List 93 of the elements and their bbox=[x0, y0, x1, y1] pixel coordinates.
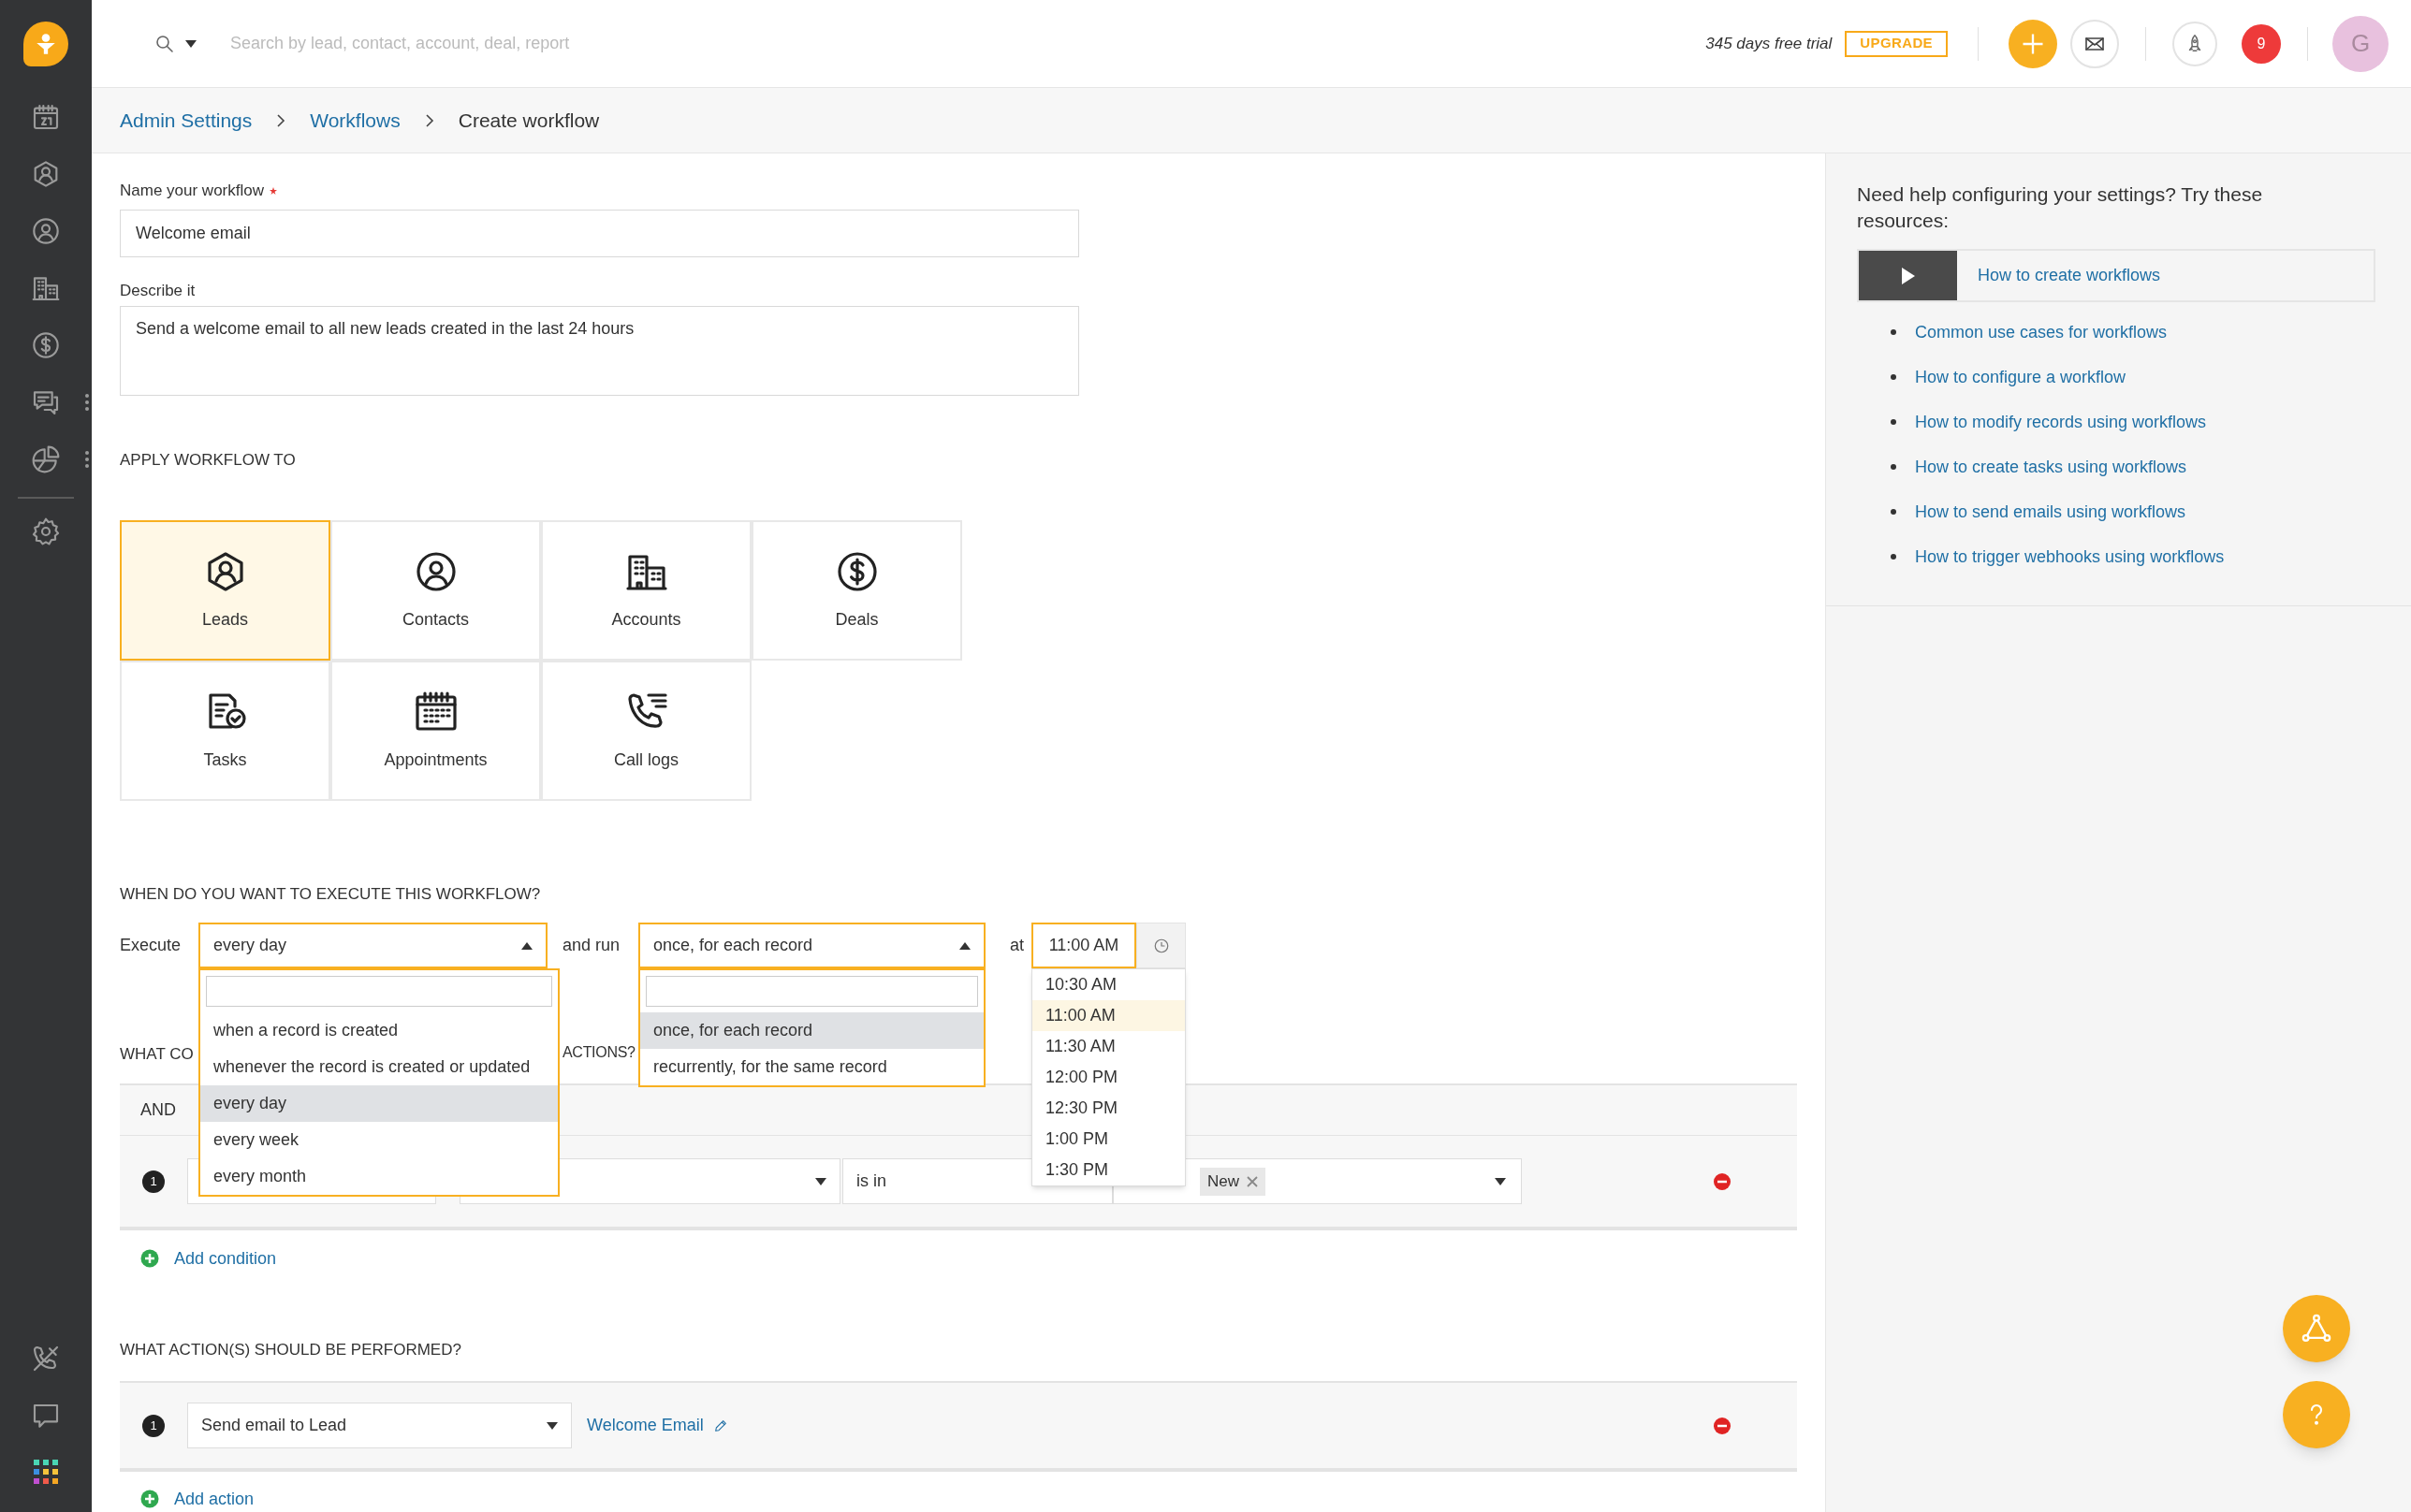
run-select[interactable]: once, for each record bbox=[638, 923, 986, 968]
dropdown-option[interactable]: every week bbox=[200, 1122, 558, 1158]
record-type-tile[interactable]: Deals bbox=[752, 520, 962, 661]
record-type-tile[interactable]: Appointments bbox=[330, 661, 541, 801]
bullet-icon bbox=[1891, 509, 1896, 515]
operator-label: AND bbox=[140, 1099, 176, 1121]
help-link[interactable]: How to trigger webhooks using workflows bbox=[1915, 544, 2225, 570]
section-heading: WHEN DO YOU WANT TO EXECUTE THIS WORKFLOW? bbox=[120, 884, 542, 905]
chevron-right-icon bbox=[276, 112, 286, 128]
value-tag[interactable]: New bbox=[1200, 1167, 1265, 1196]
field-label: Name your workflow bbox=[120, 181, 264, 202]
settings-icon[interactable] bbox=[31, 516, 61, 546]
section-heading: APPLY WORKFLOW TO bbox=[120, 450, 297, 471]
dropdown-option[interactable]: 1:00 PM bbox=[1032, 1124, 1185, 1155]
bullet-icon bbox=[1891, 554, 1896, 560]
caret-icon bbox=[959, 941, 971, 950]
caret-icon bbox=[547, 1421, 558, 1430]
dropdown-option[interactable]: every month bbox=[200, 1158, 558, 1195]
logo-icon[interactable] bbox=[23, 22, 68, 66]
help-link[interactable]: How to create tasks using workflows bbox=[1915, 454, 2187, 480]
dropdown-option[interactable]: 12:00 PM bbox=[1032, 1062, 1185, 1093]
dropdown-option[interactable]: 10:30 AM bbox=[1032, 969, 1185, 1000]
network-icon bbox=[2301, 1313, 2332, 1345]
mail-button[interactable] bbox=[2070, 19, 2119, 68]
bullet-icon bbox=[1891, 374, 1896, 380]
record-type-tile[interactable]: Contacts bbox=[330, 520, 541, 661]
add-action-link[interactable]: Add action bbox=[174, 1486, 255, 1512]
caret-icon bbox=[521, 941, 533, 950]
more-icon[interactable] bbox=[84, 392, 90, 412]
search-field[interactable]: Search by lead, contact, account, deal, report bbox=[230, 31, 979, 56]
record-type-tile[interactable]: Leads bbox=[120, 520, 330, 661]
dropdown-option[interactable]: every day bbox=[200, 1085, 558, 1122]
reports-icon[interactable] bbox=[31, 443, 61, 474]
bullet-icon bbox=[1891, 464, 1896, 470]
dropdown-option[interactable]: 11:30 AM bbox=[1032, 1031, 1185, 1062]
pencil-icon[interactable] bbox=[712, 1418, 728, 1433]
template-link[interactable]: Welcome Email bbox=[587, 1413, 704, 1438]
breadcrumb-current: Create workflow bbox=[458, 108, 600, 133]
add-condition-link[interactable]: Add condition bbox=[174, 1245, 277, 1272]
bullet-icon bbox=[1891, 329, 1896, 335]
help-link[interactable]: Common use cases for workflows bbox=[1915, 319, 2168, 345]
dropdown-option[interactable]: 11:00 AM bbox=[1032, 1000, 1185, 1031]
dropdown-option[interactable]: 12:30 PM bbox=[1032, 1093, 1185, 1124]
dropdown-option[interactable]: recurrently, for the same record bbox=[640, 1049, 984, 1085]
play-icon bbox=[1859, 251, 1957, 300]
apps-grid-icon[interactable] bbox=[34, 1460, 58, 1484]
add-icon[interactable] bbox=[140, 1249, 159, 1268]
video-link[interactable]: How to create workflows bbox=[1857, 249, 2375, 302]
row-number-badge: 1 bbox=[142, 1414, 165, 1437]
section-heading: ACTIONS? bbox=[563, 1043, 636, 1062]
deals-icon[interactable] bbox=[31, 329, 61, 360]
remove-icon[interactable] bbox=[1713, 1171, 1732, 1191]
caret-icon bbox=[1495, 1177, 1506, 1185]
breadcrumb-link[interactable]: Admin Settings bbox=[120, 105, 253, 136]
row-number-badge: 1 bbox=[142, 1170, 165, 1193]
run-label: and run bbox=[563, 935, 621, 956]
dropdown-option[interactable]: when a record is created bbox=[200, 1012, 558, 1049]
caret-icon[interactable] bbox=[185, 39, 197, 48]
dropdown-search-field[interactable] bbox=[206, 976, 552, 1007]
close-icon[interactable] bbox=[1247, 1175, 1258, 1187]
action-select[interactable]: Send email to Lead bbox=[187, 1403, 572, 1448]
at-label: at bbox=[1010, 935, 1025, 956]
bullet-icon bbox=[1891, 419, 1896, 425]
rocket-button[interactable] bbox=[2172, 21, 2217, 66]
execute-label: Execute bbox=[120, 935, 183, 956]
record-type-tile[interactable]: Call logs bbox=[541, 661, 752, 801]
breadcrumb-link[interactable]: Workflows bbox=[310, 105, 401, 136]
help-link[interactable]: How to send emails using workflows bbox=[1915, 499, 2186, 525]
record-type-tile[interactable]: Accounts bbox=[541, 520, 752, 661]
add-icon[interactable] bbox=[140, 1490, 159, 1508]
record-type-tile[interactable]: Tasks bbox=[120, 661, 330, 801]
workflow-name-field[interactable]: Welcome email bbox=[120, 210, 1079, 257]
contacts-icon[interactable] bbox=[31, 215, 61, 246]
description-field[interactable]: Send a welcome email to all new leads created in the last 24 hours bbox=[120, 306, 1079, 396]
field-label: Describe it bbox=[120, 282, 196, 299]
section-heading: WHAT CO bbox=[120, 1045, 194, 1063]
trial-text: 345 days free trial bbox=[1705, 33, 1833, 54]
dropdown-option[interactable]: once, for each record bbox=[640, 1012, 984, 1049]
remove-icon[interactable] bbox=[1713, 1416, 1732, 1435]
more-icon[interactable] bbox=[84, 449, 90, 469]
section-heading: WHAT ACTION(S) SHOULD BE PERFORMED? bbox=[120, 1340, 462, 1360]
clock-icon bbox=[1152, 937, 1170, 954]
help-link[interactable]: How to configure a workflow bbox=[1915, 364, 2126, 390]
dropdown-option[interactable]: whenever the record is created or updated bbox=[200, 1049, 558, 1085]
phone-off-icon[interactable] bbox=[31, 1344, 61, 1374]
time-field[interactable]: 11:00 AM bbox=[1031, 923, 1136, 968]
notifications-badge[interactable]: 9 bbox=[2242, 23, 2281, 64]
execute-select[interactable]: every day bbox=[198, 923, 548, 968]
chevron-right-icon bbox=[424, 112, 434, 128]
dropdown-search-field[interactable] bbox=[646, 976, 978, 1007]
help-heading: Need help configuring your settings? Try these resources: bbox=[1857, 182, 2264, 233]
help-link[interactable]: How to modify records using workflows bbox=[1915, 409, 2207, 435]
caret-icon bbox=[815, 1177, 826, 1185]
